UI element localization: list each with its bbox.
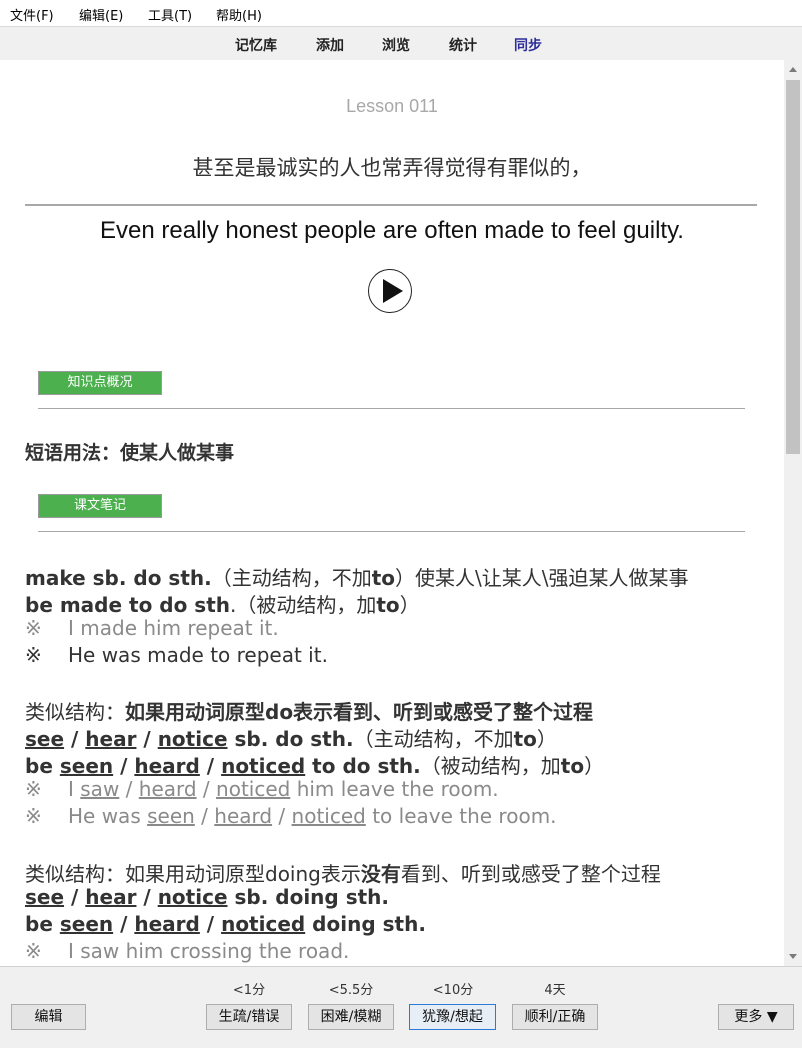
notes-button[interactable]: 课文笔记 — [38, 494, 162, 518]
answer-divider — [25, 204, 757, 206]
edit-button[interactable]: 编辑 — [11, 1004, 86, 1030]
nav-stats[interactable]: 统计 — [449, 35, 477, 55]
card-question: 甚至是最诚实的人也常弄得觉得有罪似的， — [192, 156, 592, 180]
menu-tools[interactable]: 工具(T) — [148, 5, 192, 24]
good-button[interactable]: 犹豫/想起 — [409, 1004, 496, 1030]
card-content: Lesson 011 甚至是最诚实的人也常弄得觉得有罪似的， Even real… — [0, 60, 784, 966]
menu-file[interactable]: 文件(F) — [10, 5, 54, 24]
example-line: ※ I saw him crossing the road. — [25, 939, 350, 963]
interval-good: <10分 — [432, 983, 474, 998]
again-button[interactable]: 生疏/错误 — [206, 1004, 292, 1030]
interval-hard: <5.5分 — [328, 983, 374, 998]
notes-line: be made to do sth.（被动结构，加to） — [25, 593, 420, 617]
scroll-down-icon[interactable] — [789, 954, 797, 959]
menu-help[interactable]: 帮助(H) — [216, 5, 262, 24]
scrollbar[interactable] — [784, 60, 802, 966]
scroll-thumb[interactable] — [786, 80, 800, 454]
overview-button[interactable]: 知识点概况 — [38, 371, 162, 395]
notes-divider — [38, 531, 745, 532]
example-line: ※ He was made to repeat it. — [25, 643, 328, 667]
notes-line: be seen / heard / noticed doing sth. — [25, 912, 426, 936]
nav-deck[interactable]: 记忆库 — [235, 35, 277, 55]
example-line: ※ He was seen / heard / noticed to leave … — [25, 804, 557, 828]
example-line: ※ I saw / heard / noticed him leave the r… — [25, 777, 499, 801]
notes-line: 类似结构：如果用动词原型doing表示没有看到、听到或感受了整个过程 — [25, 862, 661, 886]
nav-sync[interactable]: 同步 — [514, 35, 542, 55]
menu-edit[interactable]: 编辑(E) — [79, 5, 123, 24]
notes-line: make sb. do sth.（主动结构，不加to）使某人\让某人\强迫某人做… — [25, 566, 689, 590]
play-audio-button[interactable] — [368, 269, 412, 313]
interval-again: <1分 — [232, 983, 266, 998]
overview-text: 短语用法：使某人做某事 — [25, 442, 235, 464]
notes-line: be seen / heard / noticed to do sth.（被动结… — [25, 754, 605, 778]
play-icon — [383, 279, 403, 303]
interval-easy: 4天 — [544, 983, 566, 998]
notes-line: see / hear / notice sb. doing sth. — [25, 885, 389, 909]
card-answer: Even really honest people are often made… — [100, 217, 684, 244]
overview-divider — [38, 408, 745, 409]
notes-line: see / hear / notice sb. do sth.（主动结构，不加t… — [25, 727, 557, 751]
scroll-up-icon[interactable] — [789, 67, 797, 72]
notes-line: 类似结构：如果用动词原型do表示看到、听到或感受了整个过程 — [25, 700, 594, 724]
example-line: ※ I made him repeat it. — [25, 616, 279, 640]
top-nav: 记忆库 添加 浏览 统计 同步 — [0, 27, 802, 59]
lesson-label: Lesson 011 — [346, 96, 438, 116]
easy-button[interactable]: 顺利/正确 — [512, 1004, 598, 1030]
more-button[interactable]: 更多 ▼ — [718, 1004, 794, 1030]
nav-add[interactable]: 添加 — [316, 35, 344, 55]
nav-browse[interactable]: 浏览 — [382, 35, 410, 55]
hard-button[interactable]: 困难/模糊 — [308, 1004, 394, 1030]
menu-bar: 文件(F) 编辑(E) 工具(T) 帮助(H) — [0, 0, 802, 27]
review-bar: <1分 <5.5分 <10分 4天 编辑 生疏/错误 困难/模糊 犹豫/想起 顺… — [0, 966, 802, 1048]
